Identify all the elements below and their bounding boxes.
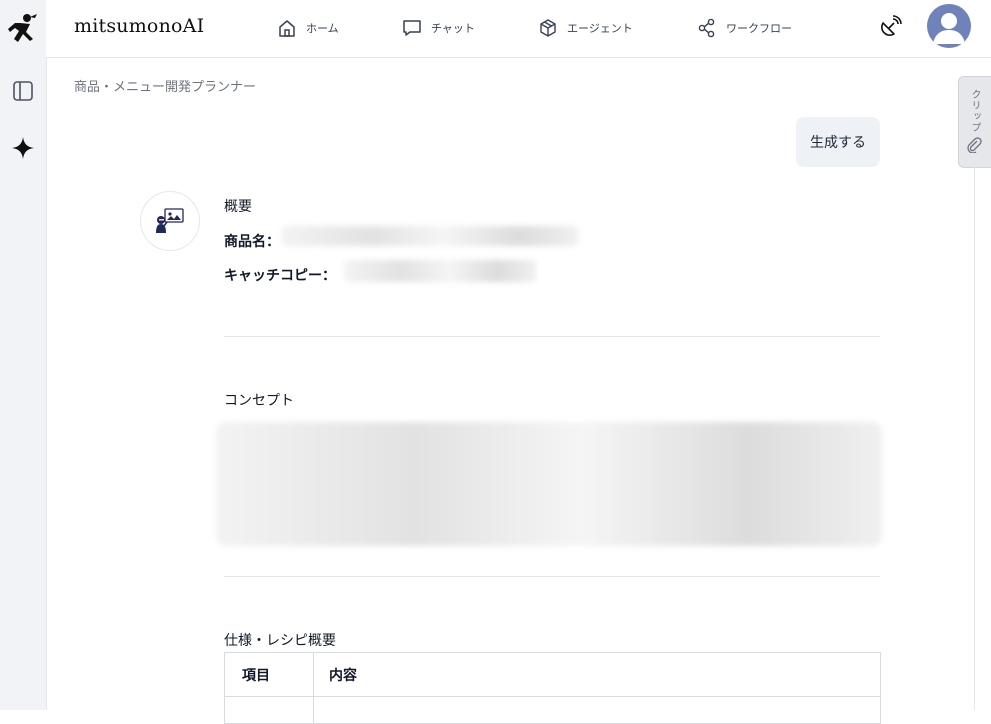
user-message-bubble: 生成する (796, 117, 880, 167)
product-name-redacted (282, 226, 578, 246)
satellite-dish-icon[interactable] (878, 15, 902, 43)
table-header-content: 内容 (329, 667, 357, 684)
brand-title[interactable]: mitsumonoAI (74, 15, 204, 37)
paperclip-icon (966, 137, 982, 157)
table-row-divider (225, 696, 880, 697)
nav-chat[interactable]: チャット (402, 16, 475, 40)
concept-redacted (216, 422, 882, 546)
sidebar-toggle-icon[interactable] (0, 80, 46, 102)
ninja-presenter-icon (156, 208, 184, 233)
nav-workflow-label: ワークフロー (726, 22, 792, 35)
home-icon (277, 18, 297, 38)
overview-heading: 概要 (224, 199, 252, 215)
clip-panel-tab[interactable]: クリップ (958, 76, 991, 168)
nav-workflow[interactable]: ワークフロー (697, 16, 792, 40)
cube-icon (538, 18, 558, 38)
catchcopy-redacted (344, 260, 536, 282)
table-column-divider (313, 653, 314, 723)
clip-label: クリップ (969, 89, 980, 133)
share-icon (697, 18, 717, 38)
concept-heading: コンセプト (224, 393, 294, 409)
left-rail (0, 0, 47, 710)
top-header: mitsumonoAI ホーム チャット エージェント ワークフロー (46, 0, 991, 58)
nav-agent[interactable]: エージェント (538, 16, 633, 40)
user-avatar[interactable] (927, 4, 971, 48)
spec-table: 項目 内容 (224, 652, 881, 724)
scrollbar-track[interactable] (974, 166, 975, 710)
catchcopy-label: キャッチコピー： (224, 268, 336, 284)
table-header-item: 項目 (242, 667, 270, 684)
product-name-label: 商品名： (224, 234, 280, 250)
section-divider (224, 576, 880, 577)
sparkle-icon[interactable] (0, 136, 46, 160)
spec-heading: 仕様・レシピ概要 (224, 633, 336, 649)
nav-chat-label: チャット (431, 22, 475, 35)
section-divider (224, 336, 880, 337)
chat-icon (402, 18, 422, 38)
nav-home[interactable]: ホーム (277, 16, 339, 40)
running-ninja-logo-icon[interactable] (0, 12, 46, 48)
nav-home-label: ホーム (306, 22, 339, 35)
nav-agent-label: エージェント (567, 22, 633, 35)
assistant-avatar (140, 191, 200, 251)
breadcrumb[interactable]: 商品・メニュー開発プランナー (74, 76, 256, 95)
